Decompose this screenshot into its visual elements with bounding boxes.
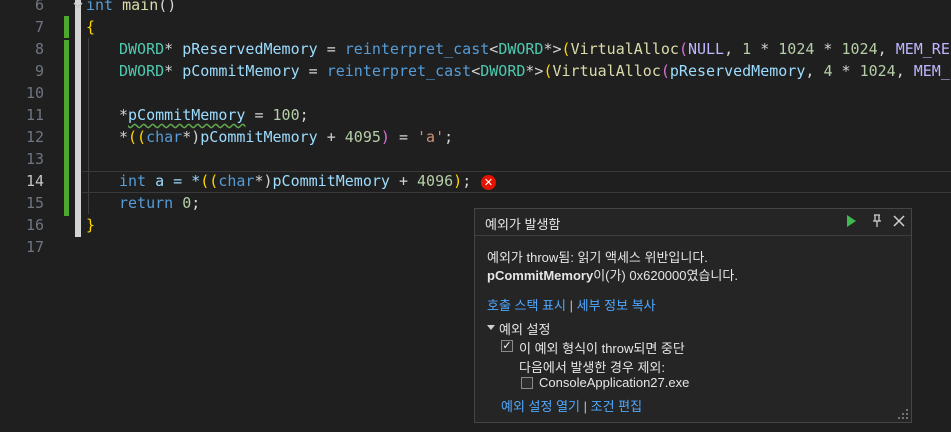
pin-icon[interactable]: [869, 213, 885, 229]
except-module-checkbox[interactable]: [521, 377, 533, 389]
close-icon[interactable]: [891, 213, 907, 229]
line-number: 9: [34, 62, 44, 80]
code-line-11[interactable]: *pCommitMemory = 100;: [119, 104, 309, 126]
fold-chevron-icon[interactable]: [72, 0, 84, 10]
open-exception-settings-link[interactable]: 예외 설정 열기: [501, 399, 580, 414]
error-icon[interactable]: ✕: [481, 175, 496, 190]
line-number: 6: [34, 0, 44, 14]
exception-popup: 예외가 발생함 예외가 throw됨: 읽기 액세스 위반입니다. pCommi…: [474, 208, 912, 423]
change-bar: [64, 40, 69, 216]
link-separator: |: [583, 399, 587, 414]
line-number: 7: [34, 18, 44, 36]
popup-divider: [475, 235, 911, 236]
break-on-throw-label: 이 예외 형식이 throw되면 중단: [519, 341, 685, 356]
show-call-stack-link[interactable]: 호출 스택 표시: [487, 298, 566, 313]
code-line-14[interactable]: int a = *((char*)pCommitMemory + 4096);: [119, 170, 471, 192]
popup-title: 예외가 발생함: [485, 217, 561, 232]
except-module-label: ConsoleApplication27.exe: [539, 375, 690, 390]
change-bar: [64, 16, 69, 38]
exception-detail: pCommitMemory이(가) 0x620000였습니다.: [487, 265, 738, 284]
edit-conditions-link[interactable]: 조건 편집: [591, 399, 642, 414]
link-separator: |: [569, 298, 573, 313]
collapse-triangle-icon[interactable]: [487, 323, 495, 331]
line-number: 8: [34, 40, 44, 58]
break-on-throw-checkbox[interactable]: ✓: [501, 340, 513, 352]
copy-details-link[interactable]: 세부 정보 복사: [577, 298, 656, 313]
resize-grip-icon[interactable]: [898, 409, 908, 419]
code-line-16[interactable]: }: [86, 214, 95, 236]
line-number: 10: [25, 84, 44, 102]
popup-links: 호출 스택 표시 | 세부 정보 복사: [487, 295, 656, 314]
code-line-6[interactable]: int main(): [86, 0, 176, 16]
code-line-15[interactable]: return 0;: [119, 192, 200, 214]
code-line-8[interactable]: DWORD* pReservedMemory = reinterpret_cas…: [119, 38, 951, 60]
line-number: 11: [25, 106, 44, 124]
settings-links: 예외 설정 열기 | 조건 편집: [501, 396, 642, 415]
except-when-label: 다음에서 발생한 경우 제외:: [519, 360, 666, 375]
exception-variable: pCommitMemory: [487, 268, 594, 283]
line-number: 13: [25, 150, 44, 168]
editor-margin-bar: [75, 0, 81, 237]
exception-message: 예외가 throw됨: 읽기 액세스 위반입니다.: [487, 250, 708, 265]
exception-settings-header[interactable]: 예외 설정: [499, 319, 550, 338]
play-icon[interactable]: [843, 213, 859, 229]
line-number-current: 14: [25, 172, 44, 190]
code-line-9[interactable]: DWORD* pCommitMemory = reinterpret_cast<…: [119, 60, 951, 82]
line-number: 15: [25, 194, 44, 212]
line-number: 17: [25, 238, 44, 256]
exception-detail-text: 이(가) 0x620000였습니다.: [593, 268, 738, 283]
line-number: 12: [25, 128, 44, 146]
line-number: 16: [25, 216, 44, 234]
code-line-12[interactable]: *((char*)pCommitMemory + 4095) = 'a';: [119, 126, 453, 148]
code-line-7[interactable]: {: [86, 16, 95, 38]
